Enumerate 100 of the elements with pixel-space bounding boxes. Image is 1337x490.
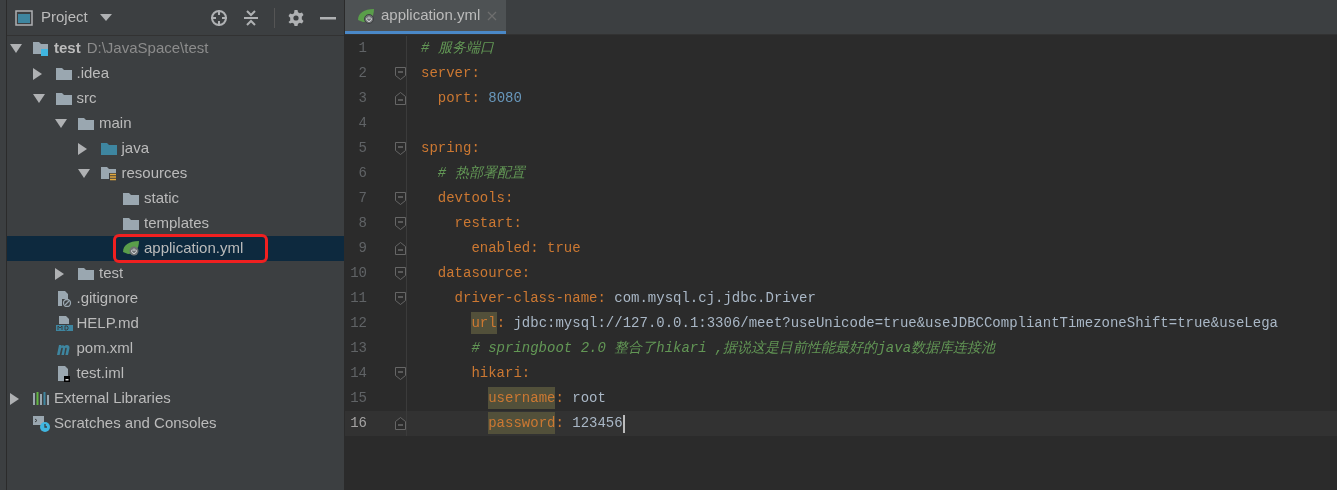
scratches-icon: [32, 415, 50, 432]
line-number: 3: [357, 89, 367, 108]
locate-icon[interactable]: [210, 8, 228, 27]
line-number: 16: [349, 414, 367, 433]
code-line: spring:: [421, 139, 480, 158]
tree-item-label: .idea: [76, 63, 110, 84]
line-number: 8: [357, 214, 367, 233]
fold-icon[interactable]: [395, 267, 406, 280]
code-comment: # springboot 2.0 整合了hikari ,据说这是目前性能最好的java数据库连接池: [470, 339, 996, 358]
tree-item[interactable]: templates: [7, 211, 344, 236]
settings-icon[interactable]: [287, 8, 305, 27]
tree-item[interactable]: main: [7, 111, 344, 136]
tree-item-label: resources: [121, 163, 188, 184]
fold-icon[interactable]: [395, 67, 406, 80]
unfold-icon[interactable]: [395, 417, 406, 430]
code-line: password: 123456: [421, 413, 623, 434]
tree-item[interactable]: test D:\JavaSpace\test: [7, 36, 344, 61]
folder-icon: [77, 265, 95, 282]
unfold-icon[interactable]: [395, 92, 406, 105]
tree-item-label: main: [99, 113, 132, 134]
line-number: 5: [357, 139, 367, 158]
tree-item[interactable]: test: [7, 261, 344, 286]
code-line: hikari:: [470, 364, 531, 383]
code-line: port: 8080: [436, 89, 522, 108]
tree-item-label: application.yml: [144, 238, 244, 259]
line-number: 6: [357, 164, 367, 183]
tree-item[interactable]: test.iml: [7, 361, 344, 386]
tree-item-label: HELP.md: [76, 313, 139, 334]
line-number: 7: [357, 189, 367, 208]
tree-item-label: test: [54, 38, 81, 59]
line-number: 2: [357, 64, 367, 83]
fold-icon[interactable]: [395, 217, 406, 230]
tree-item[interactable]: pom.xml: [7, 336, 344, 361]
fold-icon[interactable]: [395, 142, 406, 155]
minimize-icon[interactable]: [320, 15, 336, 20]
expand-arrow-icon[interactable]: [55, 119, 67, 128]
code-line: enabled: true: [470, 239, 581, 258]
collapse-arrow-icon[interactable]: [10, 392, 19, 405]
line-number: 11: [349, 289, 367, 308]
code-line: restart:: [453, 214, 522, 233]
fold-icon[interactable]: [395, 292, 406, 305]
tree-item-label: .gitignore: [76, 288, 139, 309]
tree-item[interactable]: .idea: [7, 61, 344, 86]
tree-item[interactable]: HELP.md: [7, 311, 344, 336]
tree-item-label: java: [121, 138, 150, 159]
collapse-arrow-icon[interactable]: [55, 267, 64, 280]
folder-icon: [54, 65, 73, 82]
text-caret: [622, 414, 625, 433]
tree-item[interactable]: src: [7, 86, 344, 111]
path-label: D:\JavaSpace\test: [86, 38, 209, 59]
code-line: username: root: [421, 388, 606, 409]
code-line: datasource:: [436, 264, 531, 283]
code-comment: # 热部署配置: [436, 164, 525, 183]
tree-item[interactable]: java: [7, 136, 344, 161]
tree-item[interactable]: .gitignore: [7, 286, 344, 311]
line-number: 15: [349, 389, 367, 408]
line-number: 10: [349, 264, 367, 283]
tree-item-label: templates: [144, 213, 210, 234]
tree-item[interactable]: application.yml: [7, 236, 344, 261]
folder-icon: [99, 165, 118, 182]
folder-icon: [32, 40, 50, 57]
tree-item-label: test.iml: [76, 363, 124, 384]
unfold-icon[interactable]: [395, 242, 406, 255]
expand-arrow-icon[interactable]: [10, 44, 22, 53]
line-number: 13: [349, 339, 367, 358]
code-line: server:: [421, 64, 480, 83]
dropdown-icon[interactable]: [99, 13, 112, 22]
folder-icon: [54, 90, 73, 107]
tree-item-label: test: [99, 263, 124, 284]
tree-item-label: static: [144, 188, 179, 209]
tree-item[interactable]: resources: [7, 161, 344, 186]
tree-item[interactable]: External Libraries: [7, 386, 344, 411]
code-line: url: jdbc:mysql://127.0.0.1:3306/meet?useUnicode=true&useJDBCCompliantTimezoneShift=true&useLega: [421, 313, 1278, 334]
expand-arrow-icon[interactable]: [32, 94, 45, 103]
code-line: devtools:: [436, 189, 514, 208]
folder-icon: [99, 140, 118, 157]
tree-item-label: External Libraries: [54, 388, 171, 409]
tree-item[interactable]: Scratches and Consoles: [7, 411, 344, 436]
window-icon: [15, 9, 33, 26]
panel-title[interactable]: Project: [41, 6, 88, 29]
tree-item-label: Scratches and Consoles: [54, 413, 217, 434]
spring-leaf-icon: [357, 7, 377, 24]
folder-icon: [77, 115, 95, 132]
collapse-icon[interactable]: [243, 8, 259, 27]
line-number: 9: [357, 239, 367, 258]
collapse-arrow-icon[interactable]: [77, 142, 87, 155]
line-number: 4: [357, 114, 367, 133]
fold-icon[interactable]: [395, 367, 406, 380]
folder-icon: [122, 215, 140, 232]
line-number: 14: [349, 364, 367, 383]
markdown-file-icon: [54, 315, 73, 332]
expand-arrow-icon[interactable]: [77, 169, 90, 178]
fold-icon[interactable]: [395, 192, 406, 205]
line-number: 12: [349, 314, 367, 333]
folder-icon: [122, 190, 140, 207]
tree-item-label: src: [76, 88, 97, 109]
code-line: driver-class-name: com.mysql.cj.jdbc.Driver: [453, 289, 816, 308]
tree-item[interactable]: static: [7, 186, 344, 211]
collapse-arrow-icon[interactable]: [32, 67, 42, 80]
editor-tab[interactable]: application.yml: [345, 0, 507, 34]
